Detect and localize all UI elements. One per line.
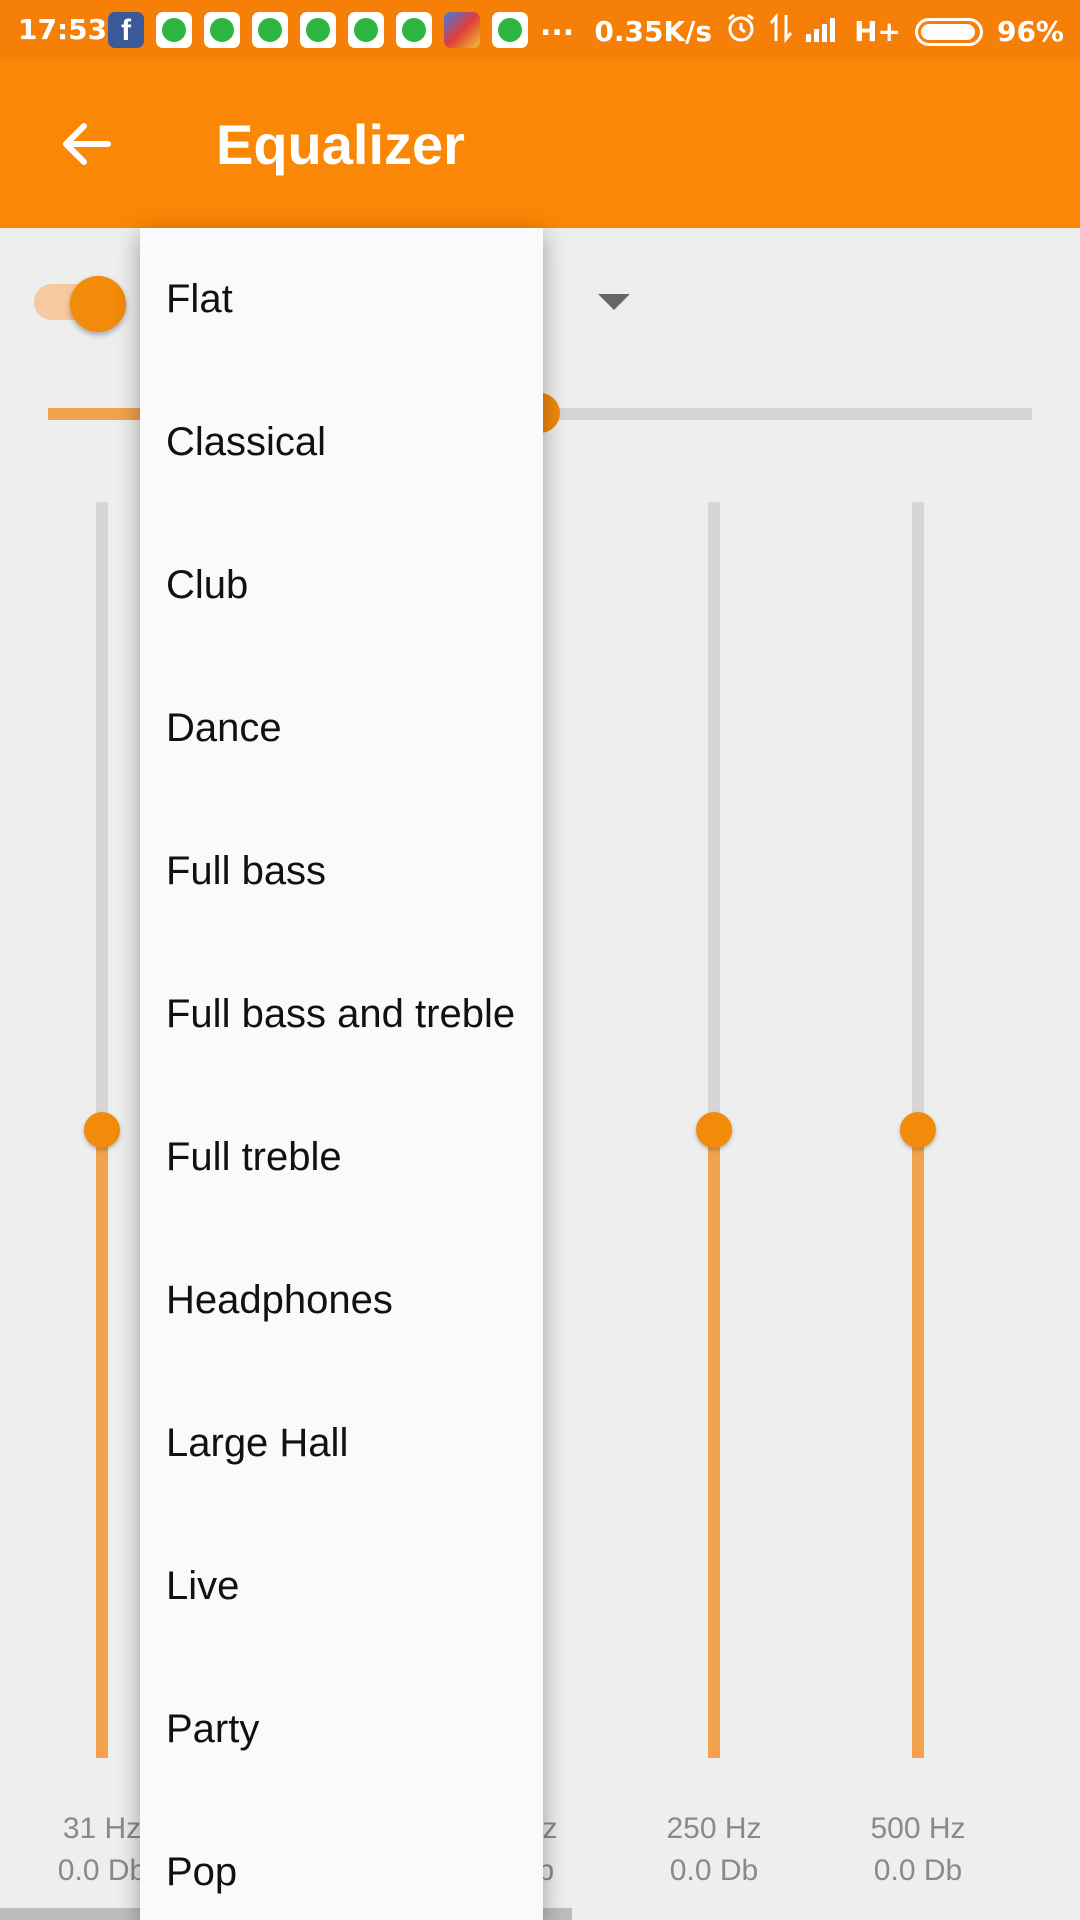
preset-option[interactable]: Full treble xyxy=(140,1086,543,1229)
eq-band-fill xyxy=(708,1130,720,1758)
back-arrow-icon xyxy=(63,123,111,165)
whatsapp-icon xyxy=(396,12,432,48)
preset-option[interactable]: Headphones xyxy=(140,1229,543,1372)
preset-dropdown-caret-icon[interactable] xyxy=(598,294,630,310)
data-arrows-icon xyxy=(769,12,793,50)
net-speed: 0.35K/s xyxy=(594,15,713,48)
alarm-icon xyxy=(726,13,756,50)
whatsapp-icon xyxy=(492,12,528,48)
preset-option[interactable]: Full bass and treble xyxy=(140,943,543,1086)
status-bar: 17:53 f ... 0.35K/s H+ 96% xyxy=(0,0,1080,60)
facebook-icon: f xyxy=(108,12,144,48)
equalizer-toggle[interactable] xyxy=(34,276,130,332)
preset-dropdown-menu: Flat Classical Club Dance Full bass Full… xyxy=(140,228,543,1920)
preset-option[interactable]: Full bass xyxy=(140,800,543,943)
whatsapp-icon xyxy=(300,12,336,48)
back-button[interactable] xyxy=(56,114,116,174)
eq-band-frequency: 250 Hz xyxy=(666,1812,762,1845)
eq-band-knob[interactable] xyxy=(84,1112,120,1148)
preset-option[interactable]: Flat xyxy=(140,228,543,371)
preset-option[interactable]: Live xyxy=(140,1515,543,1658)
eq-band-knob[interactable] xyxy=(696,1112,732,1148)
whatsapp-icon xyxy=(156,12,192,48)
eq-band-knob[interactable] xyxy=(900,1112,936,1148)
game-icon xyxy=(444,12,480,48)
battery-percent: 96% xyxy=(996,15,1064,48)
signal-icon xyxy=(806,14,840,49)
eq-band-gain: 0.0 Db xyxy=(669,1854,759,1887)
more-notifications: ... xyxy=(540,8,575,43)
eq-band-frequency: 500 Hz xyxy=(870,1812,966,1845)
battery-icon xyxy=(914,17,983,46)
page-title: Equalizer xyxy=(216,113,465,176)
whatsapp-icon xyxy=(204,12,240,48)
eq-band-fill xyxy=(96,1130,108,1758)
preset-option[interactable]: Party xyxy=(140,1658,543,1801)
whatsapp-icon xyxy=(252,12,288,48)
preset-option[interactable]: Large Hall xyxy=(140,1372,543,1515)
preset-option[interactable]: Dance xyxy=(140,657,543,800)
eq-band-gain: 0.0 Db xyxy=(873,1854,963,1887)
preset-option[interactable]: Classical xyxy=(140,371,543,514)
eq-band[interactable]: 250 Hz 0.0 Db xyxy=(624,502,804,1920)
network-type: H+ xyxy=(854,15,901,48)
notification-icons: f xyxy=(108,12,528,48)
eq-band[interactable]: 500 Hz 0.0 Db xyxy=(828,502,1008,1920)
preset-option[interactable]: Club xyxy=(140,514,543,657)
preset-option[interactable]: Pop xyxy=(140,1801,543,1920)
app-bar: Equalizer xyxy=(0,60,1080,228)
eq-band-fill xyxy=(912,1130,924,1758)
whatsapp-icon xyxy=(348,12,384,48)
status-time: 17:53 xyxy=(18,13,108,46)
